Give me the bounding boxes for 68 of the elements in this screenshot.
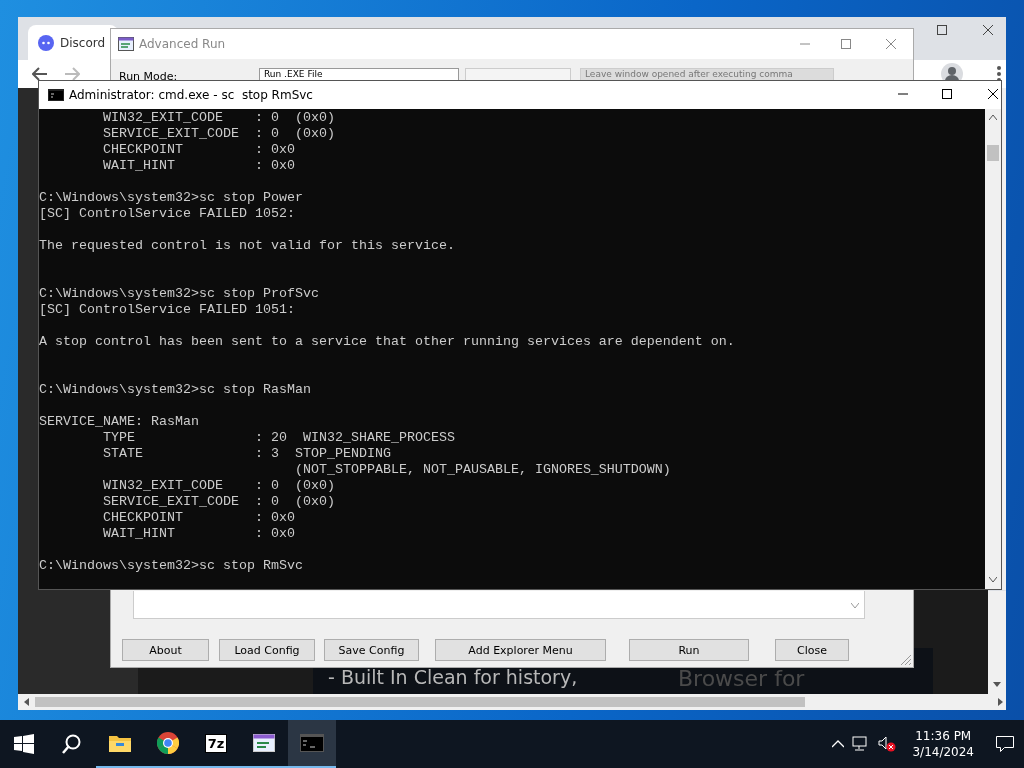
console-line: WAIT_HINT : 0x0 — [102, 158, 296, 174]
scroll-right-icon[interactable] — [998, 698, 1003, 706]
window-title: Advanced Run — [139, 37, 226, 51]
console-line: C:\Windows\system32>sc stop RmSvc — [39, 558, 304, 574]
terminal-icon — [48, 89, 64, 101]
console-line: C:\Windows\system32>sc stop RasMan — [39, 382, 312, 398]
horizontal-scrollbar[interactable] — [18, 694, 1006, 710]
muted-speaker-icon[interactable] — [878, 736, 897, 752]
console-line: CHECKPOINT : 0x0 — [102, 510, 296, 526]
scroll-down-icon[interactable] — [989, 577, 997, 582]
browser-icon — [157, 732, 179, 754]
console-line: [SC] ControlService FAILED 1052: — [39, 206, 296, 222]
archiver-icon: 7z — [204, 733, 228, 753]
resize-grip-icon[interactable] — [901, 655, 911, 665]
scrollbar-thumb[interactable] — [987, 145, 999, 161]
dialog-button[interactable]: Load Config — [219, 639, 315, 661]
console-line: TYPE : 20 WIN32_SHARE_PROCESS — [102, 430, 456, 446]
terminal-icon — [300, 734, 324, 752]
app-window-icon — [253, 734, 275, 752]
app-window-icon — [118, 36, 134, 52]
more-menu-icon[interactable] — [997, 66, 1001, 82]
chat-app-icon — [38, 35, 54, 51]
close-icon[interactable] — [983, 25, 993, 35]
scroll-up-icon[interactable] — [989, 115, 997, 120]
vertical-scrollbar[interactable] — [985, 109, 1001, 589]
console-line: [SC] ControlService FAILED 1051: — [39, 302, 296, 318]
console-line: SERVICE_EXIT_CODE : 0 (0x0) — [102, 494, 336, 510]
close-icon[interactable] — [988, 89, 998, 99]
console-line: WIN32_EXIT_CODE : 0 (0x0) — [102, 478, 336, 494]
field-label: Run Mode: — [119, 70, 178, 83]
window-title: Administrator: cmd.exe - sc stop RmSvc — [69, 88, 313, 102]
dialog-button[interactable]: Save Config — [324, 639, 419, 661]
page-heading: Browser for — [678, 666, 805, 692]
option-field[interactable]: Leave window opened after executing comma — [580, 68, 834, 80]
console-line: C:\Windows\system32>sc stop ProfSvc — [39, 286, 320, 302]
back-arrow-icon[interactable] — [32, 67, 48, 81]
dialog-button[interactable]: About — [122, 639, 209, 661]
scroll-left-icon[interactable] — [24, 698, 29, 706]
folder-icon — [109, 734, 131, 752]
console-line: WIN32_EXIT_CODE : 0 (0x0) — [102, 110, 336, 126]
taskbar-button[interactable] — [288, 720, 336, 768]
console-line: The requested control is not valid for this service. — [39, 238, 456, 254]
maximize-icon[interactable] — [937, 25, 947, 35]
start-icon[interactable] — [14, 734, 34, 754]
maximize-icon[interactable] — [942, 89, 952, 99]
console-line: STATE : 3 STOP_PENDING — [102, 446, 392, 462]
console-line: SERVICE_NAME: RasMan — [39, 414, 200, 430]
console-line: C:\Windows\system32>sc stop Power — [39, 190, 304, 206]
forward-arrow-icon[interactable] — [64, 67, 80, 81]
console-line: (NOT_STOPPABLE, NOT_PAUSABLE, IGNORES_SHUTDOWN) — [293, 462, 672, 478]
dialog-button[interactable]: Run — [629, 639, 749, 661]
run-mode-dropdown[interactable]: Run .EXE File — [259, 68, 459, 80]
dialog-button[interactable]: Close — [775, 639, 849, 661]
chevron-up-icon[interactable] — [832, 740, 845, 748]
scrollbar-thumb[interactable] — [35, 697, 805, 707]
scroll-down-icon[interactable] — [993, 682, 1001, 687]
console-line: SERVICE_EXIT_CODE : 0 (0x0) — [102, 126, 336, 142]
page-text: - Built In Clean for history, — [328, 666, 578, 688]
notification-icon[interactable] — [996, 736, 1014, 752]
clock[interactable]: 11:36 PM 3/14/2024 — [904, 728, 982, 760]
console-line: WAIT_HINT : 0x0 — [102, 526, 296, 542]
browser-tab[interactable]: Discord — [28, 25, 118, 61]
console-line: CHECKPOINT : 0x0 — [102, 142, 296, 158]
search-icon[interactable] — [62, 734, 82, 754]
taskbar-button[interactable]: 7z — [192, 720, 240, 768]
dialog-button[interactable]: Add Explorer Menu — [435, 639, 606, 661]
console-line: A stop control has been sent to a service that other running services are dependent on. — [39, 334, 735, 350]
vertical-scrollbar[interactable] — [988, 591, 1006, 694]
